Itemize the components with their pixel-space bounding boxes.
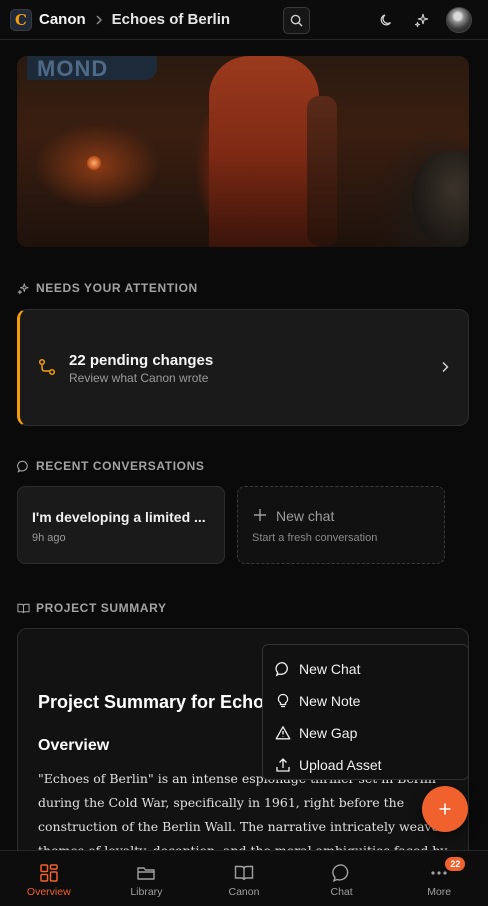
bottom-nav: Overview Library Canon Chat More 22 xyxy=(0,850,488,906)
app-name[interactable]: Canon xyxy=(39,11,86,28)
nav-overview[interactable]: Overview xyxy=(0,851,98,906)
conversation-time: 9h ago xyxy=(32,532,66,544)
lamp-glow xyxy=(87,156,101,170)
new-chat-title: New chat xyxy=(276,508,335,524)
nav-label: Library xyxy=(130,886,163,898)
chat-icon xyxy=(275,662,288,677)
warning-icon xyxy=(275,726,291,740)
search-button[interactable] xyxy=(283,7,310,34)
nav-more[interactable]: More 22 xyxy=(390,851,488,906)
figure-silhouette xyxy=(209,56,319,247)
chat-icon xyxy=(331,864,348,883)
attention-section-title: NEEDS YOUR ATTENTION xyxy=(17,280,198,296)
git-branch-icon xyxy=(38,358,56,376)
chat-icon xyxy=(17,460,28,473)
pending-changes-subtitle: Review what Canon wrote xyxy=(69,371,209,385)
summary-subheading: Overview xyxy=(38,737,110,754)
menu-item-new-note[interactable]: New Note xyxy=(263,685,468,717)
sparkles-icon xyxy=(17,283,29,294)
gramophone-silhouette xyxy=(412,151,469,247)
book-open-icon xyxy=(17,603,30,613)
menu-item-new-gap[interactable]: New Gap xyxy=(263,717,468,749)
pending-changes-card[interactable]: 22 pending changes Review what Canon wro… xyxy=(17,309,469,426)
moon-icon[interactable] xyxy=(378,11,396,29)
nav-label: Canon xyxy=(228,886,260,898)
conversation-card[interactable]: I'm developing a limited ... 9h ago xyxy=(17,486,225,564)
plus-icon xyxy=(439,803,451,815)
hero-sign: MOND xyxy=(27,56,157,81)
conversations-title-text: RECENT CONVERSATIONS xyxy=(36,459,205,473)
search-icon xyxy=(290,14,303,27)
upload-icon xyxy=(276,758,290,772)
new-chat-card[interactable]: New chat Start a fresh conversation xyxy=(237,486,445,564)
canon-logo[interactable]: C xyxy=(10,8,32,31)
sparkles-icon[interactable] xyxy=(413,11,431,29)
conversations-section-title: RECENT CONVERSATIONS xyxy=(17,458,204,474)
avatar[interactable] xyxy=(446,7,472,33)
nav-library[interactable]: Library xyxy=(98,851,196,906)
menu-item-new-chat[interactable]: New Chat xyxy=(263,653,468,685)
menu-item-label: New Gap xyxy=(299,725,358,741)
nav-label: Overview xyxy=(26,886,71,898)
app-root: C Canon Echoes of Berlin MOND NEEDS YOUR… xyxy=(0,0,488,906)
nav-chat[interactable]: Chat xyxy=(293,851,391,906)
lightbulb-icon xyxy=(277,693,289,708)
summary-section-title: PROJECT SUMMARY xyxy=(17,600,167,616)
plus-icon xyxy=(254,509,266,521)
notification-badge: 22 xyxy=(445,857,466,871)
nav-canon[interactable]: Canon xyxy=(195,851,293,906)
new-chat-subtitle: Start a fresh conversation xyxy=(252,532,378,544)
menu-item-label: New Note xyxy=(299,693,361,709)
menu-item-label: New Chat xyxy=(299,661,361,677)
nav-label: More xyxy=(427,886,452,898)
nav-label: Chat xyxy=(330,886,353,898)
create-menu: New Chat New Note New Gap Upload Asset xyxy=(262,644,469,780)
book-icon xyxy=(234,865,254,881)
chevron-right-icon xyxy=(442,361,449,373)
summary-title-text: PROJECT SUMMARY xyxy=(36,601,167,615)
attention-title-text: NEEDS YOUR ATTENTION xyxy=(36,281,198,295)
chevron-right-icon xyxy=(94,14,104,25)
conversation-title: I'm developing a limited ... xyxy=(32,509,206,525)
folder-icon xyxy=(137,867,156,880)
grid-icon xyxy=(40,864,58,882)
menu-item-label: Upload Asset xyxy=(299,757,382,773)
pending-changes-title: 22 pending changes xyxy=(69,352,214,369)
create-fab-button[interactable] xyxy=(422,786,468,832)
project-cover-image: MOND xyxy=(17,56,469,247)
top-header: C Canon Echoes of Berlin xyxy=(0,0,488,40)
arm-silhouette xyxy=(307,96,337,246)
menu-item-upload-asset[interactable]: Upload Asset xyxy=(263,749,468,781)
breadcrumb-project[interactable]: Echoes of Berlin xyxy=(112,11,230,28)
